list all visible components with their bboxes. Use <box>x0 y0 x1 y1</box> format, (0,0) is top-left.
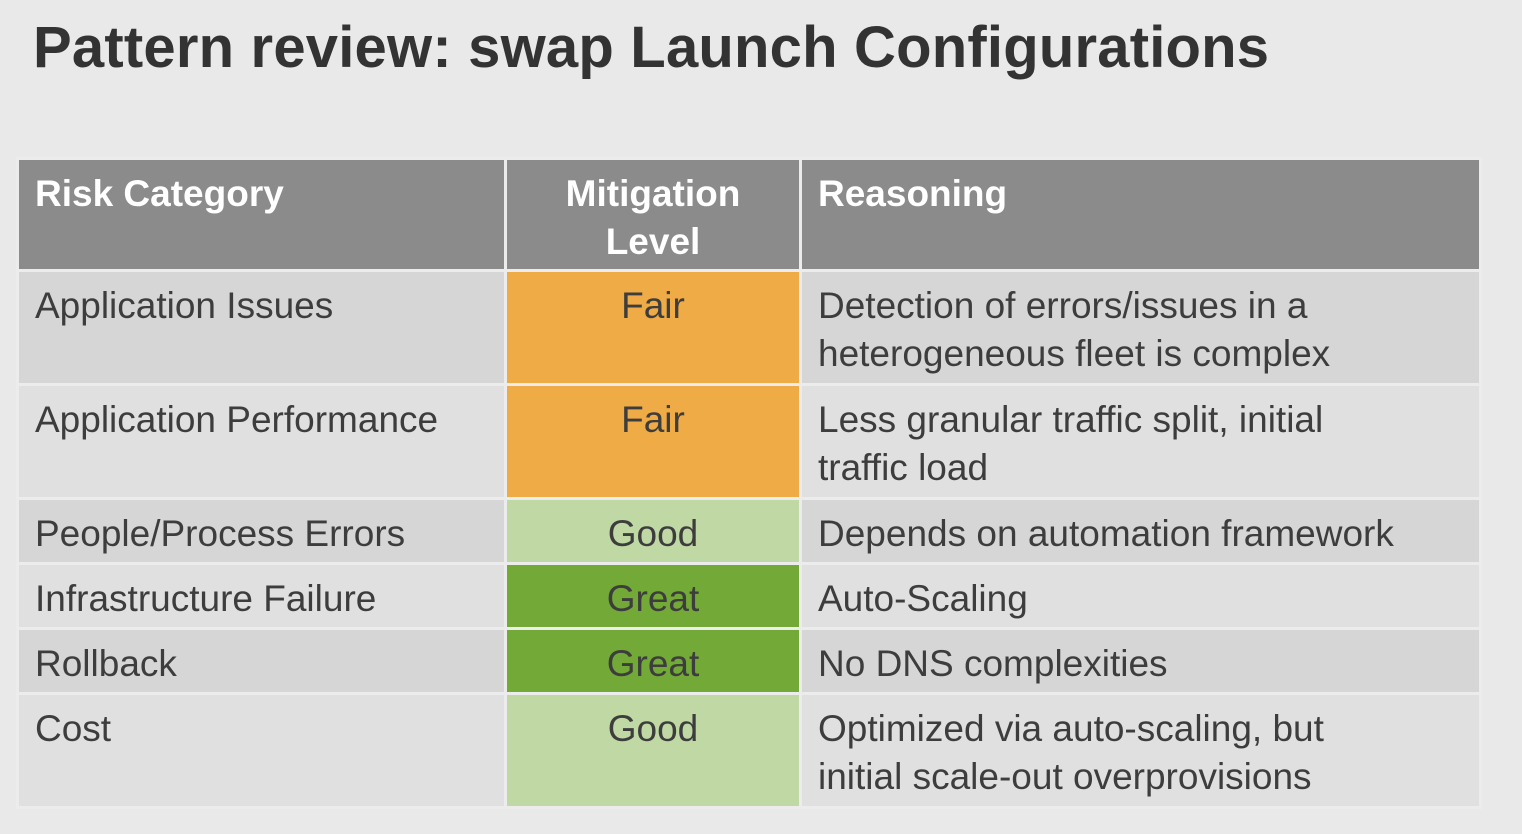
risk-category-cell: Infrastructure Failure <box>16 562 507 630</box>
table-header-row: Risk Category Mitigation Level Reasoning <box>16 157 1482 272</box>
reasoning-cell: No DNS complexities <box>799 627 1482 695</box>
table-row: Application Issues Fair Detection of err… <box>16 269 1482 386</box>
reasoning-cell: Depends on automation framework <box>799 497 1482 565</box>
risk-category-cell: Application Issues <box>16 269 507 386</box>
reasoning-cell: Optimized via auto-scaling, but initial s… <box>799 692 1482 809</box>
mitigation-level-cell: Great <box>504 562 802 630</box>
reasoning-cell: Less granular traffic split, initial traf… <box>799 383 1482 500</box>
mitigation-level-cell: Good <box>504 692 802 809</box>
table-row: People/Process Errors Good Depends on au… <box>16 497 1482 565</box>
table-row: Rollback Great No DNS complexities <box>16 627 1482 695</box>
header-mitigation-level: Mitigation Level <box>504 157 802 272</box>
mitigation-level-cell: Good <box>504 497 802 565</box>
table-row: Infrastructure Failure Great Auto-Scalin… <box>16 562 1482 630</box>
table-row: Application Performance Fair Less granul… <box>16 383 1482 500</box>
slide-title: Pattern review: swap Launch Configuratio… <box>33 15 1270 80</box>
mitigation-level-cell: Fair <box>504 383 802 500</box>
risk-category-cell: Rollback <box>16 627 507 695</box>
risk-category-cell: Cost <box>16 692 507 809</box>
risk-category-cell: People/Process Errors <box>16 497 507 565</box>
mitigation-level-cell: Great <box>504 627 802 695</box>
risk-category-cell: Application Performance <box>16 383 507 500</box>
table-row: Cost Good Optimized via auto-scaling, bu… <box>16 692 1482 809</box>
mitigation-level-cell: Fair <box>504 269 802 386</box>
reasoning-cell: Detection of errors/issues in a heterogen… <box>799 269 1482 386</box>
risk-mitigation-table: Risk Category Mitigation Level Reasoning … <box>16 157 1482 809</box>
header-reasoning: Reasoning <box>799 157 1482 272</box>
header-risk-category: Risk Category <box>16 157 507 272</box>
reasoning-cell: Auto-Scaling <box>799 562 1482 630</box>
